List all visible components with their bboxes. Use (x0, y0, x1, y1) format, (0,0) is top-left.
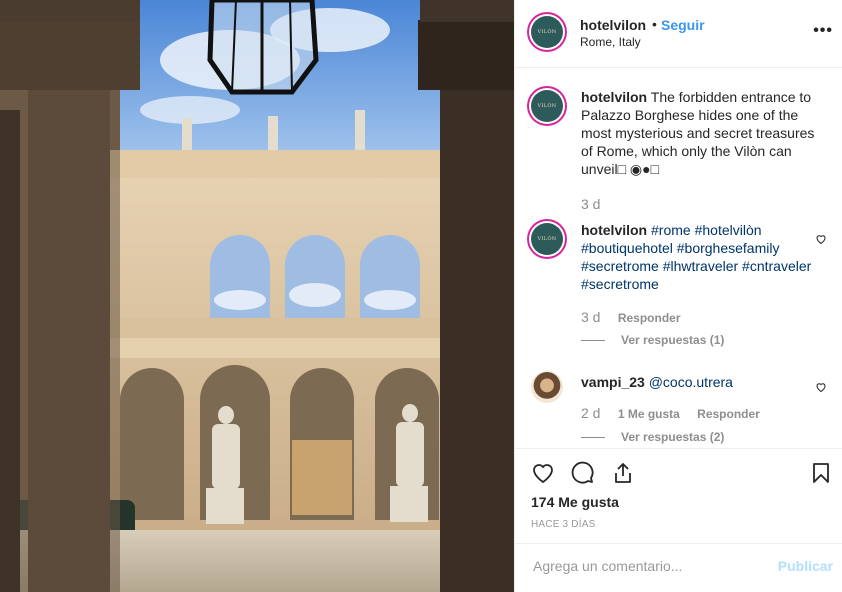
separator-dot: • (652, 16, 657, 32)
caption-avatar[interactable]: VILÒN (531, 90, 563, 122)
comment-avatar[interactable]: VILÒN (531, 223, 563, 255)
replies-divider (581, 437, 605, 439)
author-username[interactable]: hotelvilon (580, 17, 646, 33)
caption-time[interactable]: 3 d (581, 196, 600, 212)
more-options-icon[interactable]: ••• (813, 22, 833, 40)
add-comment-bar: Publicar (515, 543, 842, 592)
post-actions: 174 Me gusta HACE 3 DÍAS (515, 448, 842, 543)
caption-body: hotelvilon The forbidden entrance to Pal… (581, 88, 821, 178)
comment-mention[interactable]: @coco.utrera (649, 374, 733, 390)
post-side-panel: VILÒN hotelvilon • Seguir Rome, Italy ••… (514, 0, 842, 592)
comment-like-icon[interactable] (815, 233, 827, 245)
comment-meta: 3 d Responder (581, 309, 681, 325)
comment-meta: 2 d 1 Me gusta Responder (581, 405, 760, 421)
publish-button[interactable]: Publicar (778, 558, 833, 574)
avatar-logo-text: VILÒN (537, 236, 557, 242)
comment-like-icon[interactable] (815, 381, 827, 393)
lantern-shape (207, 0, 319, 95)
comment-time[interactable]: 3 d (581, 309, 600, 325)
view-replies-button[interactable]: Ver respuestas (2) (581, 430, 724, 444)
avatar-logo-text: VILÒN (537, 103, 557, 109)
caption-meta: 3 d (581, 196, 600, 212)
comment-username[interactable]: vampi_23 (581, 374, 645, 390)
palazzo-courtyard-image (0, 0, 514, 592)
likes-count[interactable]: 174 Me gusta (531, 494, 619, 510)
comment-input[interactable] (531, 557, 765, 575)
author-avatar[interactable]: VILÒN (531, 16, 563, 48)
comment-time[interactable]: 2 d (581, 405, 600, 421)
comment-body: vampi_23 @coco.utrera (581, 373, 821, 391)
view-replies-button[interactable]: Ver respuestas (1) (581, 333, 724, 347)
comment-body: hotelvilon #rome #hotelvilòn #boutiqueho… (581, 221, 821, 293)
post-date[interactable]: HACE 3 DÍAS (531, 519, 595, 530)
share-icon[interactable] (611, 461, 635, 485)
post-location[interactable]: Rome, Italy (580, 35, 641, 49)
save-icon[interactable] (809, 461, 833, 485)
reply-button[interactable]: Responder (697, 407, 760, 421)
caption-username[interactable]: hotelvilon (581, 89, 647, 105)
avatar-logo-text: VILÒN (537, 29, 557, 35)
comment-username[interactable]: hotelvilon (581, 222, 647, 238)
comment-icon[interactable] (571, 461, 595, 485)
comment-likes-count[interactable]: 1 Me gusta (618, 407, 680, 421)
comment-avatar[interactable] (531, 371, 563, 403)
like-icon[interactable] (531, 461, 555, 485)
view-replies-label: Ver respuestas (2) (621, 430, 725, 444)
replies-divider (581, 340, 605, 342)
view-replies-label: Ver respuestas (1) (621, 333, 725, 347)
follow-button[interactable]: Seguir (661, 17, 705, 33)
instagram-post-modal: VILÒN hotelvilon • Seguir Rome, Italy ••… (0, 0, 842, 592)
post-header: VILÒN hotelvilon • Seguir Rome, Italy ••… (515, 0, 842, 68)
post-photo[interactable] (0, 0, 514, 592)
reply-button[interactable]: Responder (618, 311, 681, 325)
